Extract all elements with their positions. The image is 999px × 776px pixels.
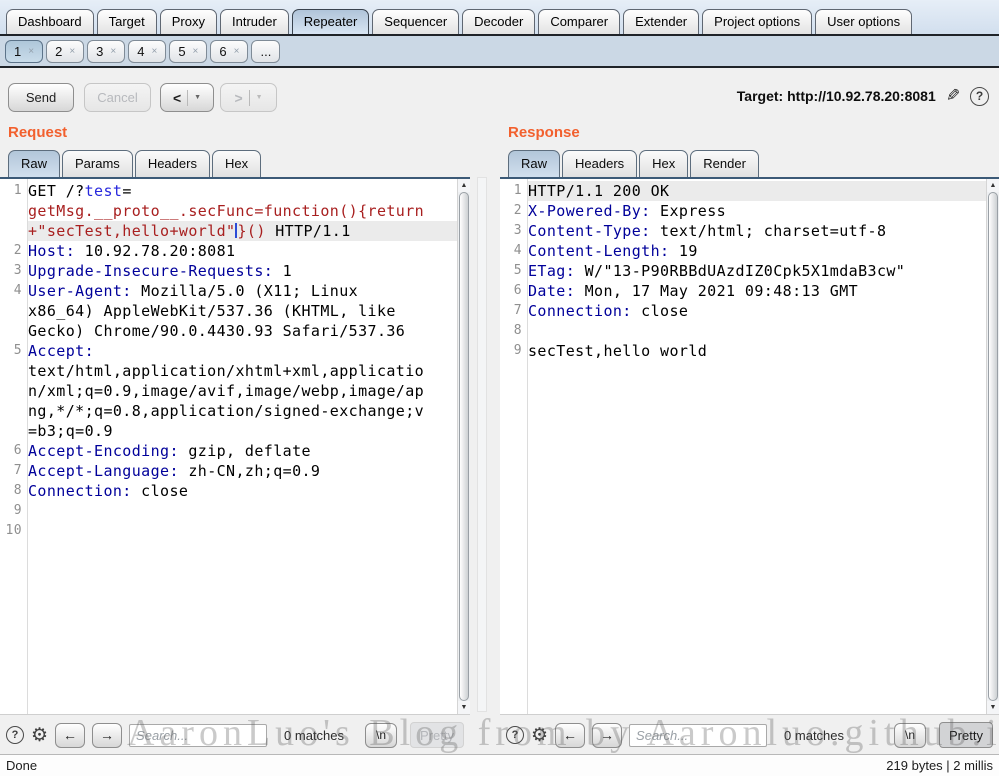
close-tab-icon[interactable]: × (28, 46, 34, 57)
response-vertical-scrollbar[interactable]: ▲ ▼ (986, 179, 999, 714)
status-bar: Done 219 bytes | 2 millis (0, 754, 999, 776)
pretty-button[interactable]: Pretty (939, 722, 993, 748)
scroll-down-icon[interactable]: ▼ (987, 701, 999, 714)
main-tab-extender[interactable]: Extender (623, 9, 699, 34)
request-panel-title: Request (8, 124, 67, 141)
main-tab-bar: DashboardTargetProxyIntruderRepeaterSequ… (0, 0, 999, 36)
match-count: 0 matches (284, 728, 344, 743)
main-tab-proxy[interactable]: Proxy (160, 9, 217, 34)
close-tab-icon[interactable]: × (234, 46, 240, 57)
response-search-bar: ? ⚙ ← → 0 matches \n Pretty (500, 716, 999, 754)
divider (249, 90, 250, 106)
main-tab-decoder[interactable]: Decoder (462, 9, 535, 34)
target-url-label: Target: http://10.92.78.20:8081 (737, 88, 936, 104)
target-box: Target: http://10.92.78.20:8081 ✎ ? (737, 86, 989, 106)
burp-repeater-window: DashboardTargetProxyIntruderRepeaterSequ… (0, 0, 999, 776)
tab-render[interactable]: Render (690, 150, 759, 177)
main-tab-dashboard[interactable]: Dashboard (6, 9, 94, 34)
repeater-tab-6[interactable]: 6× (210, 40, 248, 63)
search-settings-gear-icon[interactable]: ⚙ (531, 726, 548, 745)
command-row: Send Cancel < ▼ > ▼ Target: http://10.92… (0, 68, 999, 118)
close-tab-icon[interactable]: × (151, 46, 157, 57)
scroll-down-icon[interactable]: ▼ (458, 701, 470, 714)
request-view-tabs: RawParamsHeadersHex (8, 150, 261, 177)
tab-raw[interactable]: Raw (8, 150, 60, 177)
response-panel-title: Response (508, 124, 580, 141)
main-tab-user-options[interactable]: User options (815, 9, 912, 34)
tab-headers[interactable]: Headers (135, 150, 210, 177)
search-input[interactable] (629, 724, 767, 747)
search-previous-button[interactable]: ← (555, 723, 585, 748)
chevron-down-icon: ▼ (256, 94, 263, 101)
scrollbar-thumb[interactable] (459, 192, 469, 701)
response-panel: Response RawHeadersHexRender 1HTTP/1.1 2… (500, 118, 999, 754)
request-editor[interactable]: 1GET /?test=getMsg.__proto__.secFunc=fun… (0, 177, 470, 715)
regex-newline-button[interactable]: \n (894, 723, 926, 748)
close-tab-icon[interactable]: × (69, 46, 75, 57)
edit-target-pencil-icon[interactable]: ✎ (946, 86, 960, 106)
cancel-button: Cancel (84, 83, 151, 112)
scrollbar-thumb[interactable] (988, 192, 998, 701)
main-tab-repeater[interactable]: Repeater (292, 9, 369, 34)
request-text: 1GET /?test=getMsg.__proto__.secFunc=fun… (0, 181, 457, 541)
repeater-tab-3[interactable]: 3× (87, 40, 125, 63)
main-tab-intruder[interactable]: Intruder (220, 9, 289, 34)
tab-params[interactable]: Params (62, 150, 133, 177)
scroll-up-icon[interactable]: ▲ (987, 179, 999, 192)
repeater-tab-bar: 1×2×3×4×5×6×... (0, 36, 999, 68)
tab-hex[interactable]: Hex (639, 150, 688, 177)
main-tab-project-options[interactable]: Project options (702, 9, 812, 34)
search-help-icon[interactable]: ? (506, 726, 524, 744)
divider (187, 90, 188, 106)
response-text: 1HTTP/1.1 200 OK2X-Powered-By: Express3C… (500, 181, 986, 361)
repeater-tab-...[interactable]: ... (251, 40, 280, 63)
repeater-tab-5[interactable]: 5× (169, 40, 207, 63)
repeater-tab-1[interactable]: 1× (5, 40, 43, 63)
match-count: 0 matches (784, 728, 844, 743)
search-settings-gear-icon[interactable]: ⚙ (31, 726, 48, 745)
next-request-button: > ▼ (220, 83, 277, 112)
send-button[interactable]: Send (8, 83, 74, 112)
tab-raw[interactable]: Raw (508, 150, 560, 177)
response-metrics: 219 bytes | 2 millis (886, 758, 993, 773)
close-tab-icon[interactable]: × (193, 46, 199, 57)
repeater-tab-4[interactable]: 4× (128, 40, 166, 63)
main-tab-target[interactable]: Target (97, 9, 157, 34)
previous-request-button[interactable]: < ▼ (160, 83, 214, 112)
close-tab-icon[interactable]: × (110, 46, 116, 57)
repeater-tab-2[interactable]: 2× (46, 40, 84, 63)
request-vertical-scrollbar[interactable]: ▲ ▼ (457, 179, 470, 714)
main-tab-sequencer[interactable]: Sequencer (372, 9, 459, 34)
request-panel: Request RawParamsHeadersHex 1GET /?test=… (0, 118, 470, 754)
panel-splitter[interactable] (477, 177, 487, 712)
response-view-tabs: RawHeadersHexRender (508, 150, 759, 177)
tab-headers[interactable]: Headers (562, 150, 637, 177)
help-icon[interactable]: ? (970, 87, 989, 106)
scroll-up-icon[interactable]: ▲ (458, 179, 470, 192)
search-input[interactable] (129, 724, 267, 747)
search-next-button[interactable]: → (592, 723, 622, 748)
chevron-down-icon[interactable]: ▼ (194, 94, 201, 101)
search-help-icon[interactable]: ? (6, 726, 24, 744)
request-search-bar: ? ⚙ ← → 0 matches \n Pretty (0, 716, 470, 754)
next-arrow: > (234, 90, 242, 106)
search-next-button[interactable]: → (92, 723, 122, 748)
main-tab-comparer[interactable]: Comparer (538, 9, 620, 34)
tab-hex[interactable]: Hex (212, 150, 261, 177)
response-editor[interactable]: 1HTTP/1.1 200 OK2X-Powered-By: Express3C… (500, 177, 999, 715)
status-text: Done (6, 758, 37, 773)
target-url: http://10.92.78.20:8081 (787, 88, 936, 104)
regex-newline-button[interactable]: \n (365, 723, 397, 748)
previous-arrow: < (173, 90, 181, 106)
search-previous-button[interactable]: ← (55, 723, 85, 748)
pretty-button: Pretty (410, 722, 464, 748)
